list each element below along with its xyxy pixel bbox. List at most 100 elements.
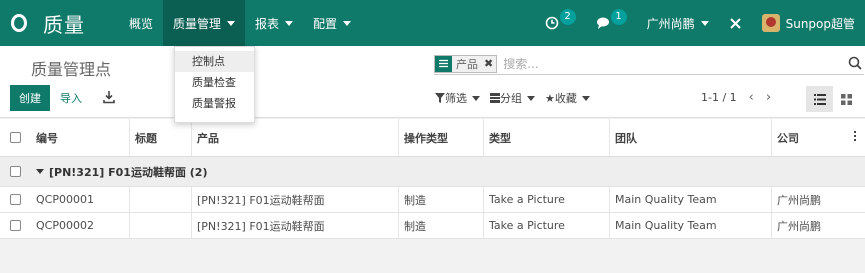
row-checkbox[interactable]: [10, 220, 21, 231]
search-icon[interactable]: [848, 56, 862, 70]
menu-quality-management[interactable]: 质量管理: [163, 0, 246, 46]
cell-ref: QCP00001: [31, 187, 130, 212]
list-view-icon: [813, 93, 826, 105]
table-row[interactable]: QCP00001 [PN!321] F01运动鞋帮面 制造 Take a Pic…: [0, 187, 865, 213]
menu-configuration-label: 配置: [313, 16, 338, 31]
column-header-team[interactable]: 团队: [610, 119, 772, 156]
chevron-down-icon: [343, 20, 352, 26]
app-logo-icon[interactable]: [3, 0, 35, 46]
column-header-type[interactable]: 类型: [484, 119, 610, 156]
list-icon: [435, 55, 452, 72]
cell-operation: 制造: [399, 213, 484, 238]
control-points-table: 编号 标题 产品 操作类型 类型 团队 公司 [PN!321] F01运动鞋帮面…: [0, 119, 865, 239]
favorites-button[interactable]: ★ 收藏: [545, 90, 590, 106]
chevron-right-icon[interactable]: ›: [766, 90, 771, 105]
menu-overview-label: 概览: [129, 16, 154, 31]
groupby-label: 分组: [500, 92, 522, 105]
select-all-checkbox[interactable]: [10, 132, 21, 143]
group-checkbox[interactable]: [10, 166, 21, 177]
chevron-down-icon: [227, 20, 236, 26]
column-header-product[interactable]: 产品: [192, 119, 399, 156]
kanban-view-icon: [841, 93, 852, 105]
column-options-icon[interactable]: [854, 131, 857, 143]
cell-company: 广州尚鹏: [777, 219, 821, 233]
favorites-label: 收藏: [554, 92, 577, 105]
star-icon: ★: [545, 91, 555, 105]
chevron-left-icon[interactable]: ‹: [749, 90, 754, 105]
breadcrumb: 质量管理点: [31, 60, 112, 79]
filters-label: 筛选: [445, 92, 467, 105]
menu-overview[interactable]: 概览: [119, 0, 163, 46]
import-button[interactable]: 导入: [60, 85, 82, 111]
chevron-down-icon: [581, 95, 590, 101]
avatar: [761, 14, 780, 32]
cell-product: [PN!321] F01运动鞋帮面: [192, 213, 399, 238]
row-checkbox[interactable]: [10, 194, 21, 205]
user-menu[interactable]: Sunpop超管: [752, 0, 865, 46]
user-name: Sunpop超管: [785, 16, 855, 31]
cell-product: [PN!321] F01运动鞋帮面: [192, 187, 399, 212]
company-switcher[interactable]: 广州尚鹏: [637, 0, 719, 46]
menu-configuration[interactable]: 配置: [303, 0, 361, 46]
cell-company: 广州尚鹏: [777, 193, 821, 207]
chevron-down-icon: [527, 95, 535, 101]
close-icon[interactable]: ✖: [481, 57, 496, 70]
tools-icon: [729, 17, 741, 29]
search-facet: 产品 ✖: [434, 54, 498, 73]
message-count-badge: 1: [610, 9, 627, 25]
clock-icon: [545, 16, 558, 30]
list-view-button[interactable]: [806, 86, 833, 112]
cell-type: Take a Picture: [484, 187, 610, 212]
cell-team: Main Quality Team: [610, 187, 772, 212]
menu-quality-management-label: 质量管理: [173, 16, 222, 31]
menu-reports-label: 报表: [255, 16, 280, 31]
pager-value[interactable]: 1-1 / 1: [701, 91, 737, 104]
download-icon[interactable]: [102, 90, 116, 104]
table-header: 编号 标题 产品 操作类型 类型 团队 公司: [0, 119, 865, 157]
filters-button[interactable]: 筛选: [435, 90, 480, 106]
table-row[interactable]: QCP00002 [PN!321] F01运动鞋帮面 制造 Take a Pic…: [0, 213, 865, 239]
column-header-company[interactable]: 公司: [772, 119, 865, 156]
caret-down-icon: [36, 169, 44, 174]
chevron-down-icon: [285, 20, 294, 26]
top-navbar: 质量 概览 质量管理 报表 配置 2 1 广州尚鹏 Sunpop超管: [0, 0, 865, 46]
menu-quality-alerts[interactable]: 质量警报: [175, 93, 254, 114]
facet-label: 产品: [456, 57, 478, 71]
search-bar[interactable]: 产品 ✖ 搜索...: [434, 53, 864, 75]
group-label: [PN!321] F01运动鞋帮面 (2): [49, 165, 208, 179]
kanban-view-button[interactable]: [833, 86, 860, 112]
cell-ref: QCP00002: [31, 213, 130, 238]
debug-tools-button[interactable]: [719, 0, 752, 46]
chevron-down-icon: [700, 20, 709, 26]
quality-management-dropdown: 控制点 质量检查 质量警报: [174, 46, 255, 123]
messages-button[interactable]: 1: [586, 0, 637, 46]
chat-icon: [596, 17, 609, 29]
filter-icon: [435, 93, 445, 103]
cell-operation: 制造: [399, 187, 484, 212]
cell-team: Main Quality Team: [610, 213, 772, 238]
row-select-cell: [0, 187, 31, 212]
groupby-button[interactable]: 分组: [490, 90, 535, 106]
row-select-cell: [0, 213, 31, 238]
column-header-title[interactable]: 标题: [130, 119, 192, 156]
cell-type: Take a Picture: [484, 213, 610, 238]
column-header-ref[interactable]: 编号: [31, 119, 130, 156]
search-input[interactable]: 搜索...: [503, 55, 864, 72]
company-name: 广州尚鹏: [646, 16, 695, 31]
cell-title: [130, 187, 192, 212]
create-button[interactable]: 创建: [10, 85, 50, 111]
groupby-icon: [490, 93, 500, 103]
cell-title: [130, 213, 192, 238]
app-name: 质量: [43, 12, 85, 37]
menu-quality-checks[interactable]: 质量检查: [175, 72, 254, 93]
select-all-cell: [0, 119, 31, 156]
menu-reports[interactable]: 报表: [245, 0, 303, 46]
group-row[interactable]: [PN!321] F01运动鞋帮面 (2): [0, 157, 865, 187]
group-select-cell: [0, 157, 31, 186]
activity-button[interactable]: 2: [535, 0, 586, 46]
chevron-down-icon: [472, 95, 480, 101]
activity-count-badge: 2: [559, 9, 576, 25]
control-panel: 质量管理点 产品 ✖ 搜索... 创建 导入 筛选 分组 ★ 收藏 1-1 / …: [0, 46, 865, 118]
column-header-operation[interactable]: 操作类型: [399, 119, 484, 156]
menu-control-points[interactable]: 控制点: [175, 51, 254, 72]
